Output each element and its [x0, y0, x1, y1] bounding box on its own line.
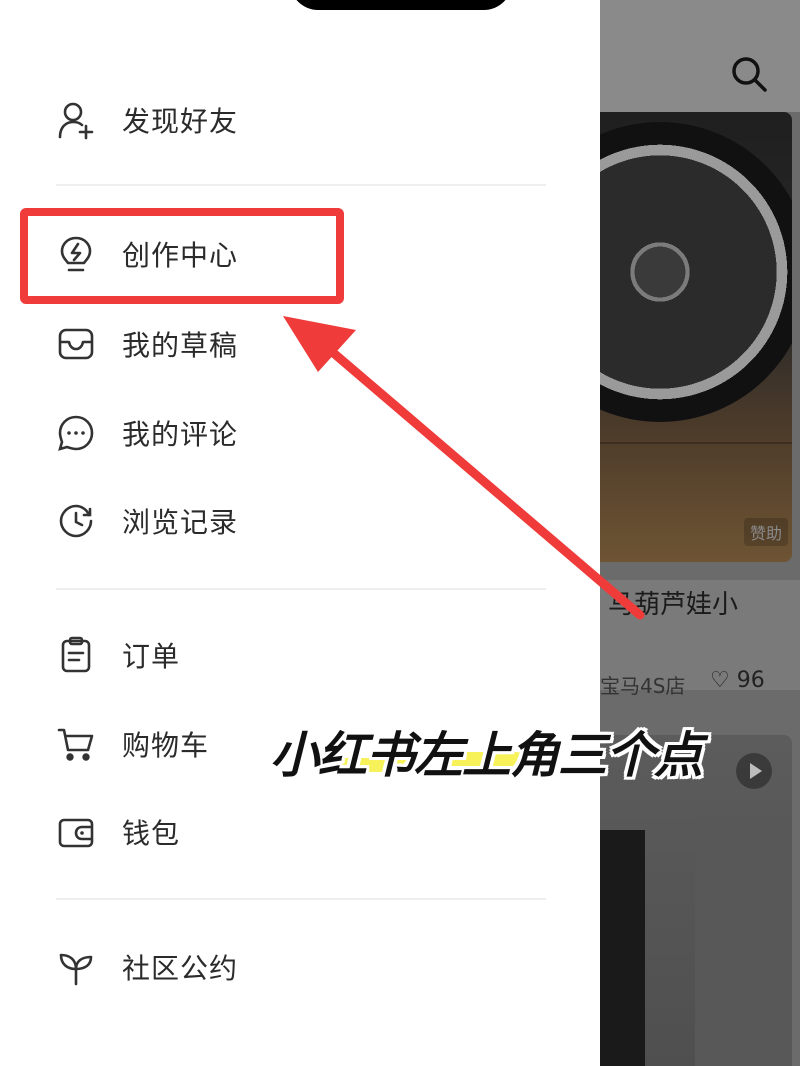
side-drawer: 发现好友 创作中心 我的草稿 我的评论 浏览记录 订单 购物车 钱包 社区公约: [0, 0, 600, 1066]
menu-item-label: 社区公约: [122, 952, 239, 985]
feed-card-image[interactable]: [600, 112, 792, 562]
divider: [56, 184, 546, 186]
menu-item-label: 我的评论: [122, 418, 239, 451]
history-clock-icon: [56, 501, 96, 541]
car-wheel-image: [600, 122, 792, 422]
feed-top-bar: [600, 0, 800, 112]
menu-item-label: 我的草稿: [122, 329, 239, 362]
feed-card-author: 宝马4S店: [600, 674, 686, 698]
wallet-icon: [56, 812, 96, 852]
chat-bubble-icon: [56, 413, 96, 453]
feed-card-title: 马葫芦娃小: [608, 590, 739, 620]
menu-item-label: 发现好友: [122, 105, 239, 138]
menu-item-label: 购物车: [122, 729, 210, 762]
play-icon: [736, 753, 772, 789]
menu-item-label: 钱包: [122, 817, 181, 850]
add-friend-icon: [56, 100, 96, 140]
menu-item-drafts[interactable]: 我的草稿: [56, 314, 238, 374]
menu-item-orders[interactable]: 订单: [56, 625, 180, 685]
feed-card-info[interactable]: 马葫芦娃小 宝马4S店 ♡ 96: [600, 580, 800, 698]
annotation-caption: 小红书左上角三个点: [270, 727, 703, 784]
order-clipboard-icon: [56, 635, 96, 675]
shopping-cart-icon: [56, 724, 96, 764]
inbox-tray-icon: [56, 324, 96, 364]
menu-item-wallet[interactable]: 钱包: [56, 802, 180, 862]
menu-item-find-friends[interactable]: 发现好友: [56, 90, 238, 150]
menu-item-my-comments[interactable]: 我的评论: [56, 403, 238, 463]
menu-item-label: 浏览记录: [122, 506, 239, 539]
search-icon[interactable]: [730, 55, 768, 93]
divider: [56, 898, 546, 900]
annotation-highlight-box: [20, 208, 344, 304]
like-count[interactable]: ♡ 96: [710, 668, 765, 693]
divider: [56, 588, 546, 590]
menu-item-shopping-cart[interactable]: 购物车: [56, 714, 209, 774]
menu-item-history[interactable]: 浏览记录: [56, 491, 238, 551]
menu-item-label: 订单: [122, 640, 181, 673]
menu-item-community-rules[interactable]: 社区公约: [56, 937, 238, 997]
sprout-icon: [56, 947, 96, 987]
phone-notch: [290, 0, 512, 10]
background-feed: 赞助 马葫芦娃小 宝马4S店 ♡ 96: [600, 0, 800, 1066]
sponsor-badge: 赞助: [743, 518, 788, 546]
heart-icon: ♡: [710, 668, 730, 693]
